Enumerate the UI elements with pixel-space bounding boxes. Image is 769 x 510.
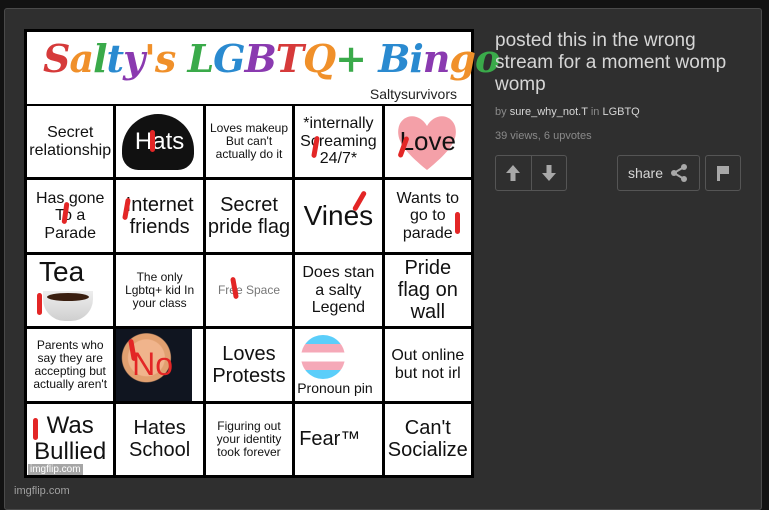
cell-text: Figuring out your identity took forever [216, 418, 282, 459]
meme-image[interactable]: Salty's LGBTQ+ Bingo Saltysurvivors Secr… [24, 29, 500, 478]
bingo-cell: Was Bullied imgflip.com [27, 403, 114, 475]
bingo-subtitle: Saltysurvivors [369, 86, 457, 102]
cell-text: Tea [39, 255, 85, 287]
cell-text: Pronoun pin [297, 380, 373, 397]
bingo-cell: Figuring out your identity took forever [205, 403, 293, 475]
cell-text: Hates School [129, 417, 191, 462]
marker-stroke [37, 292, 42, 315]
bingo-cell: Parents who say they are accepting but a… [27, 329, 114, 401]
share-icon [671, 164, 688, 182]
bingo-cell: No [116, 329, 203, 401]
cell-text: Secret relationship [29, 124, 112, 159]
cell-text: The only Lgbtq+ kid In your class [125, 269, 195, 311]
cell-text: Parents who say they are accepting but a… [33, 337, 108, 392]
title-letter [366, 36, 378, 81]
cell-text: Secret pride flag [207, 194, 291, 239]
title-letter: B [378, 36, 410, 81]
marker-stroke [33, 417, 38, 440]
arrow-down-icon [541, 165, 556, 181]
vote-group [495, 155, 567, 191]
bingo-cell: Tea [27, 254, 114, 327]
title-letter: Q [303, 36, 336, 81]
arrow-up-icon [506, 165, 521, 181]
teacup-image [43, 290, 93, 321]
byline: by sure_why_not.T in LGBTQ [495, 106, 640, 118]
cell-text: Vines [303, 199, 374, 231]
marker-stroke [150, 130, 156, 152]
bingo-cell: Loves Protests [205, 329, 293, 401]
in-label: in [590, 106, 600, 118]
title-letter: g [449, 36, 476, 81]
cell-text: Does stan a salty Legend [302, 264, 375, 317]
cell-text: Loves makeup But can't actually do it [209, 120, 289, 162]
bingo-grid: Secret relationship Hats Loves makeup Bu… [27, 106, 471, 475]
imgflip-watermark: imgflip.com [28, 464, 83, 475]
title-letter: i [409, 36, 423, 81]
bingo-cell: Pronoun pin [295, 329, 382, 401]
marker-stroke [454, 212, 460, 235]
image-credit: imgflip.com [14, 485, 70, 497]
bingo-cell: Wants to go to parade [384, 180, 471, 252]
downvote-button[interactable] [530, 156, 567, 190]
title-letter: t [106, 36, 125, 81]
share-label: share [627, 165, 664, 181]
bingo-cell: Vines [295, 180, 382, 252]
title-letter [175, 36, 187, 81]
title-letter: a [69, 36, 94, 81]
title-letter: y [123, 36, 145, 81]
stream-link[interactable]: LGBTQ [602, 106, 639, 118]
flag-icon [717, 166, 729, 181]
bingo-cell: *internally Screaming 24/7* [295, 106, 382, 178]
cell-text: Hats [134, 127, 185, 155]
bingo-cell: Fear™ [295, 403, 382, 475]
by-label: by [495, 106, 507, 118]
title-letter: n [422, 36, 451, 81]
post-stats: 39 views, 6 upvotes [495, 130, 592, 142]
pronoun-pin-image [301, 335, 346, 380]
title-letter: s [154, 36, 176, 81]
bingo-title: Salty's LGBTQ+ Bingo [43, 36, 500, 81]
bingo-cell: Love [384, 106, 471, 178]
title-letter: ' [144, 36, 156, 81]
title-letter: B [244, 36, 277, 81]
bingo-cell: Hats [116, 106, 203, 178]
bingo-cell: Out online but not irl [384, 329, 471, 401]
cell-text: Has gone To a Parade [35, 189, 105, 242]
cell-text: Pride flag on wall [397, 257, 458, 324]
title-letter: l [93, 36, 107, 81]
title-letter: L [187, 36, 214, 81]
cell-text: Was Bullied [34, 411, 107, 466]
bingo-cell: The only Lgbtq+ kid In your class [116, 254, 203, 327]
bingo-cell: Loves makeup But can't actually do it [205, 106, 293, 178]
share-button[interactable]: share [617, 155, 700, 191]
cell-text: No [132, 346, 174, 383]
title-letter: S [43, 36, 70, 81]
bingo-cell: Internet friends [116, 180, 203, 252]
bingo-cell: Hates School [116, 403, 203, 475]
flag-button[interactable] [705, 155, 741, 191]
bingo-cell: Does stan a salty Legend [295, 254, 382, 327]
title-letter: G [213, 36, 245, 81]
author-link[interactable]: sure_why_not.T [510, 106, 588, 118]
cell-text: *internally Screaming 24/7* [300, 115, 377, 168]
bingo-cell: Free Space [205, 254, 293, 327]
bingo-cell: Has gone To a Parade [27, 180, 114, 252]
bingo-cell: Secret relationship [27, 106, 114, 178]
title-letter: + [335, 36, 367, 81]
post-title: posted this in the wrong stream for a mo… [495, 30, 727, 95]
upvote-button[interactable] [496, 156, 531, 190]
cell-text: Out online but not irl [391, 347, 465, 382]
bingo-header: Salty's LGBTQ+ Bingo Saltysurvivors [27, 32, 500, 104]
bingo-cell: Secret pride flag [205, 180, 293, 252]
cell-text: Loves Protests [212, 342, 286, 387]
cell-text: Fear™ [299, 428, 361, 451]
title-letter: T [275, 36, 304, 81]
cell-text: Free Space [217, 282, 281, 297]
cell-text: Can't Socialize [387, 417, 468, 462]
bingo-cell: Can't Socialize [384, 403, 471, 475]
bingo-cell: Pride flag on wall [384, 254, 471, 327]
